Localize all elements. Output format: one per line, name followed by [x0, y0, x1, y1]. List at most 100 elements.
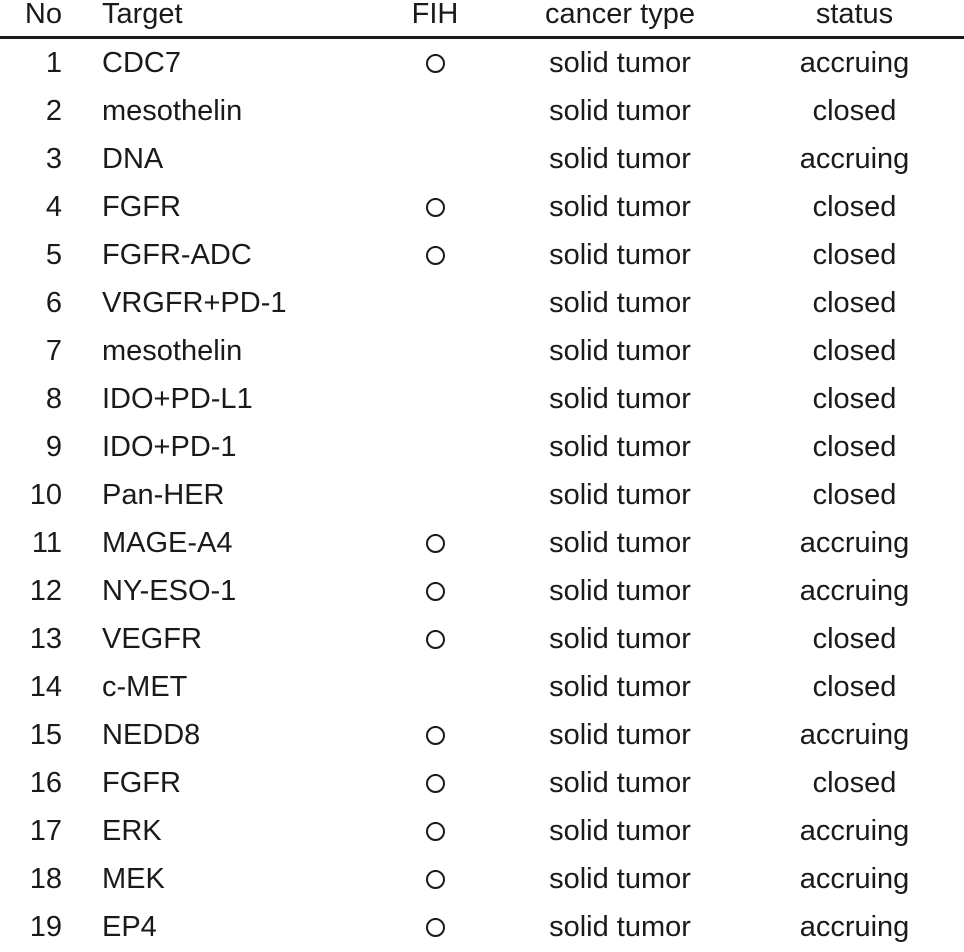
cell-fih	[375, 38, 495, 88]
table-row: 8 IDO+PD-L1 solid tumor closed	[0, 375, 964, 423]
table-header: No Target FIH cancer type status	[0, 0, 964, 38]
cell-target: CDC7	[102, 46, 181, 79]
table-row: 13 VEGFR solid tumor closed	[0, 615, 964, 663]
cell-status: closed	[812, 286, 897, 319]
cell-cancer-type: solid tumor	[549, 718, 691, 751]
cell-fih	[375, 87, 495, 135]
cell-fih	[375, 279, 495, 327]
cell-fih	[375, 663, 495, 711]
column-header-target: Target	[102, 0, 183, 30]
cell-no: 9	[45, 430, 62, 463]
cell-target: IDO+PD-1	[102, 430, 237, 463]
cell-status: closed	[812, 430, 897, 463]
cell-fih	[375, 471, 495, 519]
cell-target: EP4	[102, 910, 157, 943]
cell-cancer-type: solid tumor	[549, 814, 691, 847]
cell-target: Pan-HER	[102, 478, 225, 511]
open-circle-icon	[425, 54, 445, 74]
cell-cancer-type: solid tumor	[549, 766, 691, 799]
cell-status: closed	[812, 382, 897, 415]
cell-status: closed	[812, 94, 897, 127]
cell-status: closed	[812, 670, 897, 703]
cell-cancer-type: solid tumor	[549, 334, 691, 367]
table-row: 17 ERK solid tumor accruing	[0, 807, 964, 855]
cell-status: accruing	[799, 574, 910, 607]
table-row: 12 NY-ESO-1 solid tumor accruing	[0, 567, 964, 615]
cell-fih	[375, 327, 495, 375]
open-circle-icon	[425, 582, 445, 602]
cell-target: NY-ESO-1	[102, 574, 237, 607]
cell-target: c-MET	[102, 670, 188, 703]
table-row: 6 VRGFR+PD-1 solid tumor closed	[0, 279, 964, 327]
cell-cancer-type: solid tumor	[549, 46, 691, 79]
open-circle-icon	[425, 870, 445, 890]
cell-target: ERK	[102, 814, 162, 847]
cell-status: closed	[812, 334, 897, 367]
cell-target: FGFR	[102, 190, 181, 223]
cell-fih	[375, 423, 495, 471]
cell-target: VRGFR+PD-1	[102, 286, 287, 319]
table-row: 18 MEK solid tumor accruing	[0, 855, 964, 903]
cell-fih	[375, 231, 495, 279]
cell-no: 5	[45, 238, 62, 271]
table-row: 19 EP4 solid tumor accruing	[0, 903, 964, 951]
cell-cancer-type: solid tumor	[549, 574, 691, 607]
cell-status: closed	[812, 190, 897, 223]
table-row: 11 MAGE-A4 solid tumor accruing	[0, 519, 964, 567]
cell-target: mesothelin	[102, 94, 243, 127]
column-header-cancer-type: cancer type	[545, 0, 695, 30]
cell-no: 16	[29, 766, 62, 799]
cell-status: closed	[812, 478, 897, 511]
table-row: 4 FGFR solid tumor closed	[0, 183, 964, 231]
cell-no: 2	[45, 94, 62, 127]
cell-fih	[375, 135, 495, 183]
cell-no: 13	[29, 622, 62, 655]
cell-fih	[375, 903, 495, 951]
cell-target: FGFR	[102, 766, 181, 799]
column-header-status: status	[815, 0, 894, 30]
cell-target: MEK	[102, 862, 165, 895]
cell-status: accruing	[799, 910, 910, 943]
cell-cancer-type: solid tumor	[549, 670, 691, 703]
cell-fih	[375, 183, 495, 231]
cell-status: accruing	[799, 718, 910, 751]
cell-no: 1	[45, 46, 62, 79]
cell-no: 15	[29, 718, 62, 751]
cell-status: closed	[812, 622, 897, 655]
cell-fih	[375, 375, 495, 423]
cell-status: accruing	[799, 46, 910, 79]
cell-cancer-type: solid tumor	[549, 910, 691, 943]
cell-no: 3	[45, 142, 62, 175]
cell-status: accruing	[799, 814, 910, 847]
cell-fih	[375, 807, 495, 855]
cell-cancer-type: solid tumor	[549, 94, 691, 127]
cell-status: accruing	[799, 862, 910, 895]
cell-target: IDO+PD-L1	[102, 382, 253, 415]
cell-cancer-type: solid tumor	[549, 238, 691, 271]
open-circle-icon	[425, 918, 445, 938]
cell-target: VEGFR	[102, 622, 202, 655]
open-circle-icon	[425, 726, 445, 746]
table-row: 10 Pan-HER solid tumor closed	[0, 471, 964, 519]
cell-status: closed	[812, 238, 897, 271]
cell-no: 18	[29, 862, 62, 895]
cell-no: 7	[45, 334, 62, 367]
cell-fih	[375, 855, 495, 903]
cell-fih	[375, 711, 495, 759]
cell-cancer-type: solid tumor	[549, 430, 691, 463]
open-circle-icon	[425, 534, 445, 554]
open-circle-icon	[425, 198, 445, 218]
cell-cancer-type: solid tumor	[549, 190, 691, 223]
table-row: 3 DNA solid tumor accruing	[0, 135, 964, 183]
cell-target: FGFR-ADC	[102, 238, 252, 271]
table-row: 9 IDO+PD-1 solid tumor closed	[0, 423, 964, 471]
cell-no: 17	[29, 814, 62, 847]
cell-no: 10	[29, 478, 62, 511]
cell-target: mesothelin	[102, 334, 243, 367]
cell-fih	[375, 759, 495, 807]
cell-cancer-type: solid tumor	[549, 478, 691, 511]
open-circle-icon	[425, 822, 445, 842]
cell-target: DNA	[102, 142, 164, 175]
cell-no: 8	[45, 382, 62, 415]
cell-fih	[375, 567, 495, 615]
